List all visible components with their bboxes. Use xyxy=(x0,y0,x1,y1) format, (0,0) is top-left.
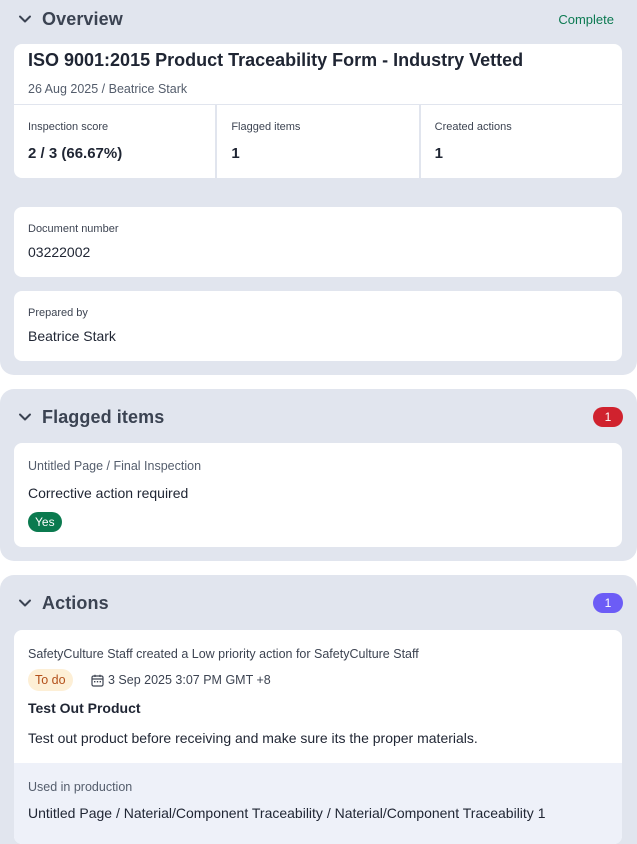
used-in-path: Untitled Page / Naterial/Component Trace… xyxy=(28,805,546,821)
field-value: Beatrice Stark xyxy=(28,328,116,344)
action-due-date: 3 Sep 2025 3:07 PM GMT +8 xyxy=(108,673,271,687)
stat-value: 1 xyxy=(434,145,443,162)
overview-header[interactable]: Overview Complete xyxy=(0,5,637,33)
actions-header[interactable]: Actions 1 xyxy=(0,589,637,617)
stat-label: Created actions xyxy=(434,121,512,133)
prepared-by-card: Prepared by Beatrice Stark xyxy=(14,291,622,361)
field-label: Document number xyxy=(28,223,119,235)
flagged-item-card[interactable]: Untitled Page / Final Inspection Correct… xyxy=(14,443,622,547)
flagged-items-header[interactable]: Flagged items 1 xyxy=(0,403,637,431)
stat-value: 1 xyxy=(231,145,240,162)
chevron-down-icon[interactable] xyxy=(17,595,33,611)
action-card[interactable]: SafetyCulture Staff created a Low priori… xyxy=(14,630,622,844)
field-value: 03222002 xyxy=(28,244,91,260)
document-subtitle: 26 Aug 2025 / Beatrice Stark xyxy=(28,82,188,96)
overview-title: Overview xyxy=(42,8,123,29)
status-label: Complete xyxy=(558,11,614,27)
actions-title: Actions xyxy=(42,592,109,613)
flagged-item-path: Untitled Page / Final Inspection xyxy=(28,459,202,473)
actions-count-badge: 1 xyxy=(593,593,623,613)
flagged-items-section: Flagged items 1 Untitled Page / Final In… xyxy=(0,389,637,561)
used-in-label: Used in production xyxy=(28,780,133,794)
document-title: ISO 9001:2015 Product Traceability Form … xyxy=(28,50,524,70)
stat-inspection-score: Inspection score 2 / 3 (66.67%) xyxy=(14,105,218,178)
inspection-summary-card: ISO 9001:2015 Product Traceability Form … xyxy=(14,44,622,178)
stat-value: 2 / 3 (66.67%) xyxy=(28,145,123,162)
stat-created-actions: Created actions 1 xyxy=(421,105,622,178)
action-used-in: Used in production Untitled Page / Nater… xyxy=(14,763,622,844)
calendar-icon xyxy=(91,674,104,687)
action-title: Test Out Product xyxy=(28,700,141,716)
chevron-down-icon[interactable] xyxy=(17,11,33,27)
action-meta: SafetyCulture Staff created a Low priori… xyxy=(28,647,419,661)
chevron-down-icon[interactable] xyxy=(17,409,33,425)
stat-flagged-items: Flagged items 1 xyxy=(217,105,421,178)
action-description: Test out product before receiving and ma… xyxy=(28,730,478,746)
flagged-count-badge: 1 xyxy=(593,407,623,427)
stat-label: Inspection score xyxy=(28,121,109,133)
flagged-items-title: Flagged items xyxy=(42,406,165,427)
actions-section: Actions 1 SafetyCulture Staff created a … xyxy=(0,575,637,844)
action-status-badge: To do xyxy=(28,669,73,691)
answer-badge: Yes xyxy=(28,512,62,532)
stats-row: Inspection score 2 / 3 (66.67%) Flagged … xyxy=(14,104,622,178)
flagged-item-question: Corrective action required xyxy=(28,485,189,501)
document-number-card: Document number 03222002 xyxy=(14,207,622,277)
field-label: Prepared by xyxy=(28,307,88,319)
stat-label: Flagged items xyxy=(231,121,301,133)
overview-section: Overview Complete ISO 9001:2015 Product … xyxy=(0,0,637,375)
